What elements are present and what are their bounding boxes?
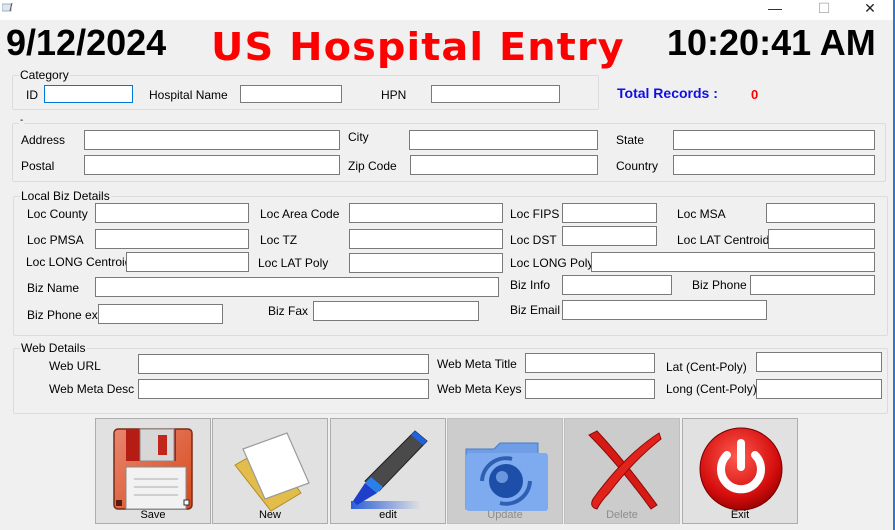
hospital-name-input[interactable]	[240, 85, 342, 103]
minimize-button[interactable]: —	[760, 0, 790, 18]
delete-label: Delete	[606, 509, 638, 521]
country-label: Country	[616, 159, 659, 173]
loc-long-centroid-label: Loc LONG Centroid	[26, 255, 132, 269]
web-meta-title-input[interactable]	[525, 353, 655, 373]
web-meta-keys-input[interactable]	[525, 379, 655, 399]
web-meta-desc-label: Web Meta Desc	[49, 382, 135, 396]
biz-name-input[interactable]	[95, 277, 499, 297]
city-input[interactable]	[409, 130, 598, 150]
marker-pen-icon	[351, 430, 428, 509]
zip-code-input[interactable]	[410, 155, 598, 175]
web-meta-title-label: Web Meta Title	[437, 357, 517, 371]
update-button[interactable]: Update	[447, 418, 563, 524]
save-button[interactable]: Save	[95, 418, 211, 524]
loc-county-input[interactable]	[95, 203, 249, 223]
loc-lat-poly-input[interactable]	[349, 253, 503, 273]
app-title: US Hospital Entry	[211, 25, 625, 69]
loc-lat-poly-label: Loc LAT Poly	[258, 256, 329, 270]
loc-msa-label: Loc MSA	[677, 207, 726, 221]
address-label: Address	[21, 133, 66, 147]
web-url-input[interactable]	[138, 354, 429, 374]
city-label: City	[348, 130, 369, 144]
loc-lat-centroid-input[interactable]	[768, 229, 875, 249]
app-icon	[2, 3, 13, 12]
delete-button[interactable]: Delete	[564, 418, 680, 524]
current-date: 9/12/2024	[6, 22, 167, 63]
loc-msa-input[interactable]	[766, 203, 875, 223]
biz-email-input[interactable]	[562, 300, 767, 320]
save-label: Save	[140, 509, 166, 521]
folder-sync-icon	[465, 442, 548, 511]
biz-email-label: Biz Email	[510, 303, 561, 317]
exit-button[interactable]: Exit	[682, 418, 798, 524]
hpn-input[interactable]	[431, 85, 560, 103]
biz-phone-ext-input[interactable]	[98, 304, 223, 324]
postal-label: Postal	[21, 159, 55, 173]
address-legend: -	[19, 115, 25, 126]
biz-fax-input[interactable]	[313, 301, 479, 321]
biz-name-label: Biz Name	[27, 281, 80, 295]
loc-county-label: Loc County	[27, 207, 88, 221]
power-icon	[699, 427, 783, 511]
web-details-legend: Web Details	[20, 341, 87, 355]
local-biz-legend: Local Biz Details	[20, 189, 111, 203]
update-label: Update	[487, 509, 523, 521]
edit-label: edit	[379, 509, 397, 521]
exit-label: Exit	[730, 509, 750, 521]
web-meta-keys-label: Web Meta Keys	[437, 382, 522, 396]
new-label: New	[258, 509, 281, 521]
loc-pmsa-input[interactable]	[95, 229, 249, 249]
id-label: ID	[26, 88, 38, 102]
long-cent-poly-label: Long (Cent-Poly)	[666, 382, 757, 396]
loc-long-poly-input[interactable]	[591, 252, 875, 272]
maximize-button[interactable]: ☐	[809, 0, 839, 18]
floppy-disk-icon	[113, 428, 193, 510]
id-input[interactable]	[44, 85, 133, 103]
biz-fax-label: Biz Fax	[268, 304, 309, 318]
loc-lat-centroid-label: Loc LAT Centroid	[677, 233, 770, 247]
hospital-name-label: Hospital Name	[149, 88, 228, 102]
loc-tz-label: Loc TZ	[260, 233, 298, 247]
biz-info-input[interactable]	[562, 275, 672, 295]
postal-input[interactable]	[84, 155, 340, 175]
web-url-label: Web URL	[49, 359, 101, 373]
loc-area-code-input[interactable]	[349, 203, 503, 223]
zip-code-label: Zip Code	[348, 159, 397, 173]
loc-dst-input[interactable]	[562, 226, 657, 246]
loc-fips-label: Loc FIPS	[510, 207, 560, 221]
biz-info-label: Biz Info	[510, 278, 551, 292]
new-document-icon	[234, 432, 310, 512]
lat-cent-poly-label: Lat (Cent-Poly)	[666, 360, 747, 374]
close-button[interactable]: ✕	[855, 0, 885, 18]
loc-pmsa-label: Loc PMSA	[27, 233, 84, 247]
title-bar: — ☐ ✕	[0, 0, 893, 20]
address-input[interactable]	[84, 130, 340, 150]
delete-x-icon	[588, 430, 662, 510]
loc-fips-input[interactable]	[562, 203, 657, 223]
biz-phone-label: Biz Phone	[692, 278, 747, 292]
total-records-label: Total Records :	[617, 85, 718, 101]
state-input[interactable]	[673, 130, 875, 150]
state-label: State	[616, 133, 645, 147]
biz-phone-input[interactable]	[750, 275, 875, 295]
country-input[interactable]	[673, 155, 875, 175]
loc-tz-input[interactable]	[349, 229, 503, 249]
edit-button[interactable]: edit	[330, 418, 446, 524]
category-legend: Category	[19, 68, 70, 82]
total-records-value: 0	[751, 87, 759, 102]
loc-long-centroid-input[interactable]	[126, 252, 249, 272]
loc-long-poly-label: Loc LONG Poly	[510, 256, 594, 270]
long-cent-poly-input[interactable]	[756, 379, 882, 399]
lat-cent-poly-input[interactable]	[756, 352, 882, 372]
web-meta-desc-input[interactable]	[138, 379, 429, 399]
current-time: 10:20:41 AM	[667, 22, 876, 63]
new-button[interactable]: New	[212, 418, 328, 524]
loc-area-code-label: Loc Area Code	[260, 207, 340, 221]
loc-dst-label: Loc DST	[510, 233, 557, 247]
hpn-label: HPN	[381, 88, 407, 102]
biz-phone-ext-label: Biz Phone ext	[27, 308, 102, 322]
